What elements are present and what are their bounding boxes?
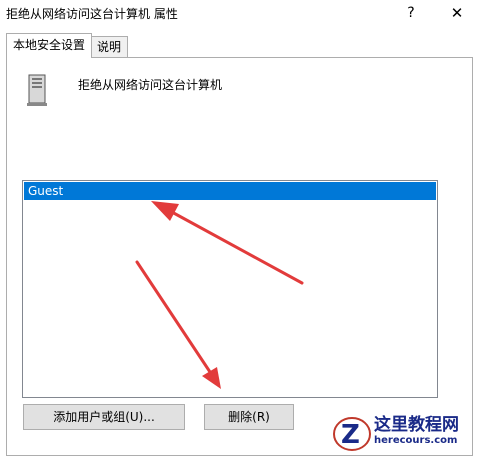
- policy-name: 拒绝从网络访问这台计算机: [78, 78, 223, 92]
- help-button[interactable]: ?: [398, 2, 424, 24]
- watermark-url: herecours.com: [374, 435, 458, 446]
- remove-button[interactable]: 删除(R): [204, 404, 294, 430]
- title-bar: 拒绝从网络访问这台计算机 属性 ? ✕: [0, 0, 477, 30]
- tab-local-security-setting[interactable]: 本地安全设置: [6, 33, 93, 58]
- list-item[interactable]: Guest: [24, 182, 436, 200]
- accounts-listbox[interactable]: Guest: [22, 180, 438, 398]
- add-user-or-group-button[interactable]: 添加用户或组(U)...: [23, 404, 185, 430]
- window-title: 拒绝从网络访问这台计算机 属性: [6, 7, 178, 21]
- watermark: Z 这里教程网 herecours.com: [332, 410, 477, 454]
- close-button[interactable]: ✕: [442, 2, 472, 24]
- watermark-text: 这里教程网: [374, 415, 459, 435]
- watermark-logo-icon: Z: [333, 417, 371, 451]
- tab-explain[interactable]: 说明: [90, 36, 129, 57]
- svg-text:Z: Z: [341, 420, 360, 450]
- server-tower-icon: [27, 74, 47, 106]
- tab-panel: 拒绝从网络访问这台计算机 Guest 添加用户或组(U)... 删除(R): [6, 57, 473, 456]
